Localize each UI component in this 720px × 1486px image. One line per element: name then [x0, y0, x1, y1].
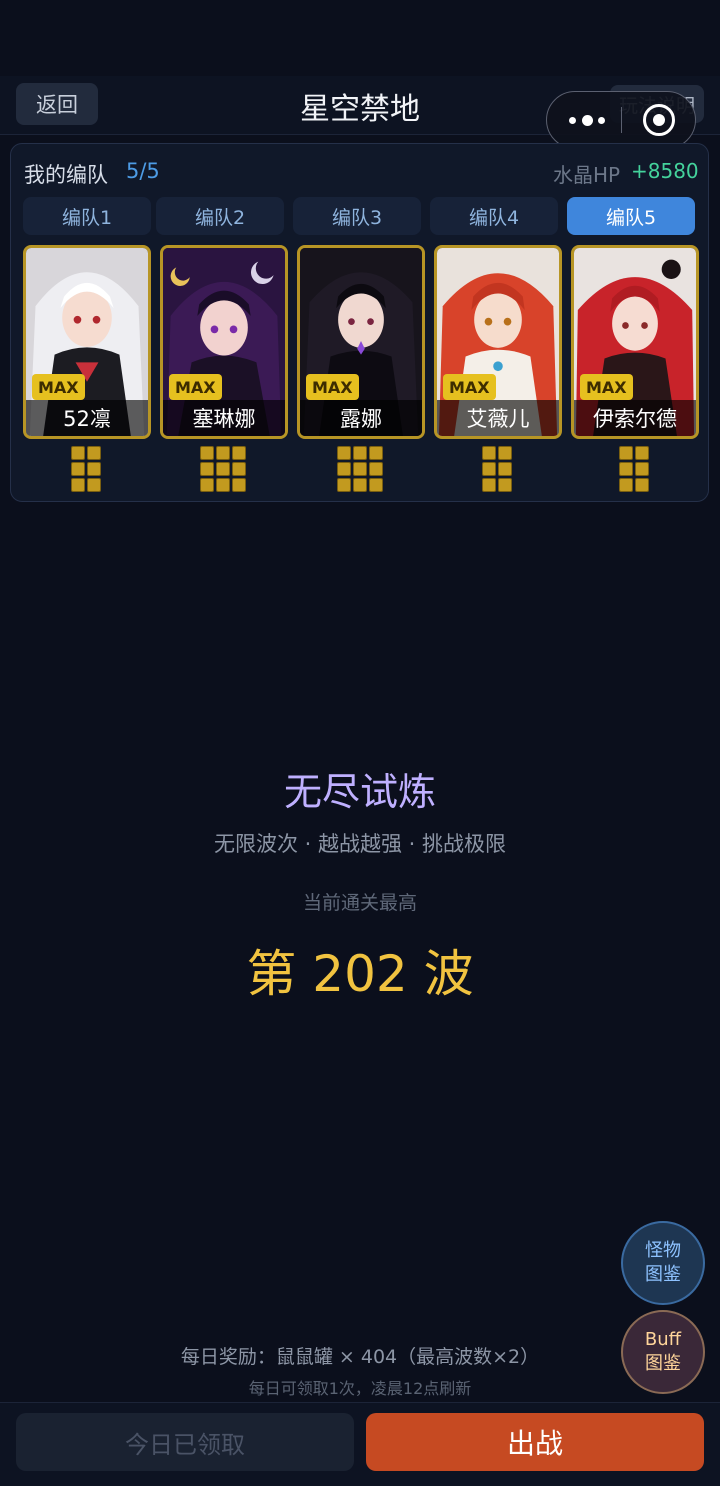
best-wave-value: 第 202 波 — [246, 945, 474, 1003]
monster-codex-button[interactable]: 怪物 图鉴 — [621, 1221, 705, 1305]
max-level-badge: MAX — [580, 374, 633, 400]
max-level-badge: MAX — [169, 374, 222, 400]
equipment-grid-icon[interactable] — [619, 446, 649, 492]
monster-codex-line2: 图鉴 — [645, 1264, 681, 1285]
equipment-grid-icon[interactable] — [200, 446, 246, 492]
character-name: 塞琳娜 — [163, 400, 285, 436]
team-label: 我的编队 — [24, 163, 108, 187]
tab-formation-3[interactable]: 编队3 — [293, 197, 421, 235]
start-battle-button[interactable]: 出战 — [366, 1413, 704, 1471]
status-bar — [0, 0, 720, 76]
team-count: 5/5 — [126, 159, 160, 183]
tab-formation-2[interactable]: 编队2 — [156, 197, 284, 235]
mode-subtitle: 无限波次 · 越战越强 · 挑战极限 — [213, 832, 507, 856]
daily-reward-note: 每日可领取1次，凌晨12点刷新 — [248, 1379, 472, 1398]
claim-reward-button[interactable]: 今日已领取 — [16, 1413, 354, 1471]
crystal-hp-value: +8580 — [631, 159, 699, 183]
character-card-4[interactable]: MAX 艾薇儿 — [434, 245, 562, 439]
character-card-3[interactable]: MAX 露娜 — [297, 245, 425, 439]
character-name: 艾薇儿 — [437, 400, 559, 436]
character-name: 伊索尔德 — [574, 400, 696, 436]
capsule-divider — [621, 107, 622, 133]
mini-program-capsule — [546, 91, 696, 149]
best-record-label: 当前通关最高 — [302, 892, 417, 914]
tab-formation-1[interactable]: 编队1 — [23, 197, 151, 235]
max-level-badge: MAX — [306, 374, 359, 400]
tab-formation-4[interactable]: 编队4 — [430, 197, 558, 235]
character-card-2[interactable]: MAX 塞琳娜 — [160, 245, 288, 439]
bottom-action-bar: 今日已领取 出战 — [0, 1402, 720, 1486]
close-program-icon[interactable] — [643, 104, 675, 136]
character-name: 52凛 — [26, 400, 148, 436]
character-card-5[interactable]: MAX 伊索尔德 — [571, 245, 699, 439]
crystal-hp-label: 水晶HP — [553, 163, 621, 187]
daily-reward-text: 每日奖励：鼠鼠罐 × 404（最高波数×2） — [180, 1346, 540, 1368]
max-level-badge: MAX — [32, 374, 85, 400]
tab-formation-5[interactable]: 编队5 — [567, 197, 695, 235]
team-panel: 我的编队 5/5 水晶HP +8580 编队1 编队2 编队3 编队4 编队5 … — [10, 143, 709, 502]
mode-title: 无尽试炼 — [283, 770, 436, 814]
more-options-icon[interactable] — [569, 110, 605, 130]
max-level-badge: MAX — [443, 374, 496, 400]
equipment-grid-icon[interactable] — [337, 446, 383, 492]
character-name: 露娜 — [300, 400, 422, 436]
equipment-grid-icon[interactable] — [71, 446, 101, 492]
monster-codex-line1: 怪物 — [645, 1240, 681, 1261]
character-card-1[interactable]: MAX 52凛 — [23, 245, 151, 439]
equipment-grid-icon[interactable] — [482, 446, 512, 492]
